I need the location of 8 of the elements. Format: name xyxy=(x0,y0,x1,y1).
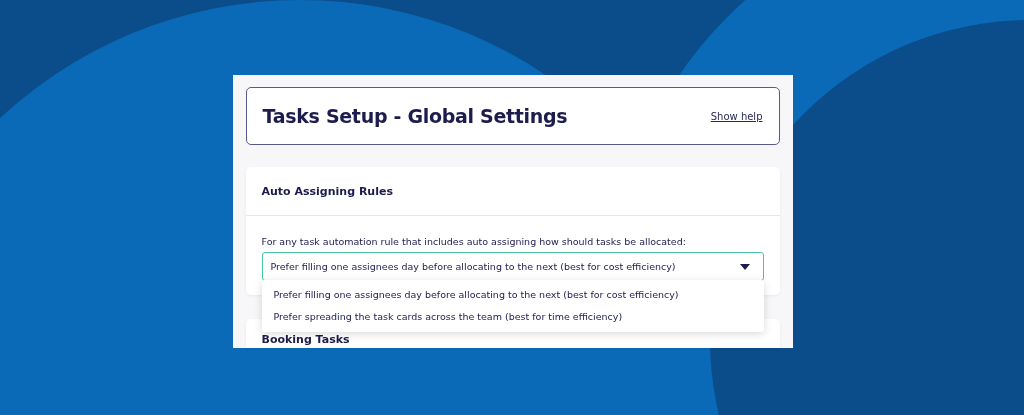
menu-option[interactable]: Prefer spreading the task cards across the team (best for time efficiency) xyxy=(261,306,764,328)
section-title: Booking Tasks xyxy=(261,333,351,346)
question-label: For any task automation rule that includes auto assigning how should tasks be allocated: xyxy=(261,236,687,247)
section-title: Auto Assigning Rules xyxy=(261,184,393,198)
menu-option[interactable]: Prefer filling one assignees day before allocating to the next (best for cost efficiency) xyxy=(261,284,764,306)
caret-icon xyxy=(739,263,750,270)
show-help-link[interactable]: Show help xyxy=(710,110,763,122)
page-title: Tasks Setup - Global Settings xyxy=(262,105,568,127)
